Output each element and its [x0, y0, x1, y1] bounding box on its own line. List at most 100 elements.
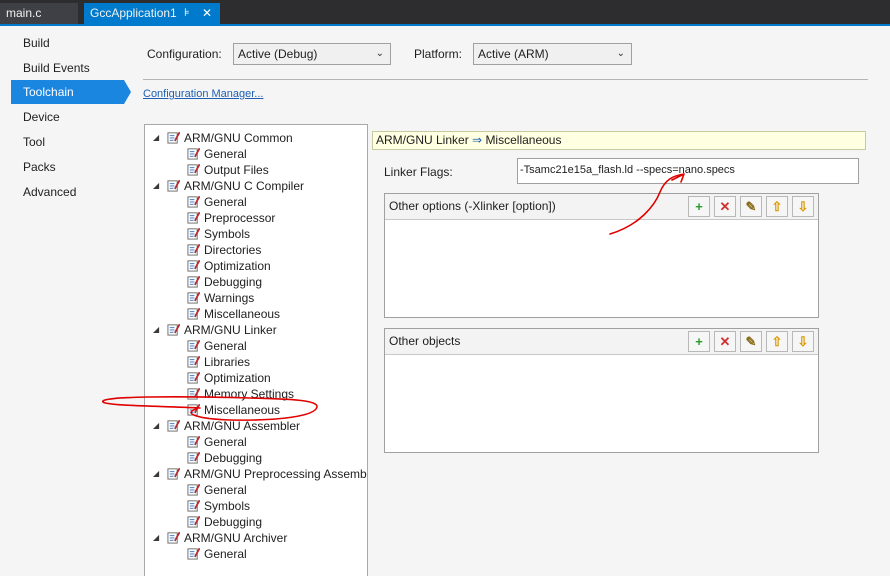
- tree-item-label: Optimization: [204, 371, 271, 385]
- expand-toggle-icon[interactable]: ◢: [153, 530, 159, 546]
- tree-item-label: Miscellaneous: [204, 307, 281, 321]
- edit-icon: ✎: [745, 199, 757, 214]
- configuration-manager-link[interactable]: Configuration Manager...: [143, 88, 263, 100]
- tab-label: main.c: [6, 6, 42, 20]
- move-down-icon: ⇩: [797, 199, 809, 214]
- property-page-icon: [167, 179, 180, 192]
- delete-button[interactable]: ✕: [714, 196, 736, 217]
- property-page-icon: [187, 307, 200, 320]
- tree-item-label: Output Files: [204, 163, 269, 177]
- sidebar-item-packs[interactable]: Packs: [11, 155, 124, 179]
- sidebar-item-build-events[interactable]: Build Events: [11, 56, 124, 80]
- property-page-icon: [187, 147, 200, 160]
- expand-toggle-icon[interactable]: ◢: [153, 418, 159, 434]
- breadcrumb-current: Miscellaneous: [485, 133, 562, 147]
- property-page-icon: [167, 419, 180, 432]
- add-button[interactable]: +: [688, 196, 710, 217]
- property-page-icon: [187, 163, 200, 176]
- property-page-icon: [167, 323, 180, 336]
- other-objects-panel: Other objects + ✕ ✎ ⇧ ⇩: [384, 328, 819, 453]
- expand-toggle-icon[interactable]: ◢: [153, 130, 159, 146]
- platform-label: Platform:: [414, 47, 463, 61]
- property-page-icon: [187, 547, 200, 560]
- edit-button[interactable]: ✎: [740, 331, 762, 352]
- property-page-icon: [187, 499, 200, 512]
- tree-item-label: Memory Settings: [204, 387, 295, 401]
- tree-item-label: Debugging: [204, 451, 263, 465]
- property-page-icon: [187, 243, 200, 256]
- sidebar-item-tool[interactable]: Tool: [11, 130, 124, 154]
- tab-gccapplication1[interactable]: GccApplication1 ⊧ ✕: [84, 3, 220, 24]
- add-button[interactable]: +: [688, 331, 710, 352]
- sidebar-item-device[interactable]: Device: [11, 105, 124, 129]
- sidebar-item-build[interactable]: Build: [11, 31, 124, 55]
- platform-value: Active (ARM): [478, 47, 549, 61]
- configuration-label: Configuration:: [147, 47, 222, 61]
- chevron-down-icon: ⌄: [616, 48, 625, 59]
- property-page-icon: [187, 211, 200, 224]
- panel-title: Other options (-Xlinker [option]): [389, 199, 556, 213]
- property-page-icon: [187, 259, 200, 272]
- tree-item-label: General: [204, 547, 247, 561]
- delete-button[interactable]: ✕: [714, 331, 736, 352]
- arrow-right-icon: ⇒: [472, 133, 483, 147]
- property-page-icon: [167, 467, 180, 480]
- tree-item-label: General: [204, 339, 247, 353]
- property-page-icon: [187, 195, 200, 208]
- expand-toggle-icon[interactable]: ◢: [153, 322, 159, 338]
- move-down-button[interactable]: ⇩: [792, 331, 814, 352]
- linker-flags-input[interactable]: -Tsamc21e15a_flash.ld --specs=nano.specs: [517, 158, 859, 184]
- tab-main-c[interactable]: main.c: [0, 3, 78, 24]
- breadcrumb-parent: ARM/GNU Linker: [376, 133, 469, 147]
- tree-item-label: ARM/GNU C Compiler: [184, 179, 305, 193]
- property-page-icon: [187, 371, 200, 384]
- platform-dropdown[interactable]: Active (ARM) ⌄: [473, 43, 632, 65]
- move-up-button[interactable]: ⇧: [766, 331, 788, 352]
- tree-item-label: General: [204, 435, 247, 449]
- other-options-panel: Other options (-Xlinker [option]) + ✕ ✎ ⇧ ⇩: [384, 193, 819, 318]
- edit-button[interactable]: ✎: [740, 196, 762, 217]
- tree-item-label: General: [204, 195, 247, 209]
- tree-item-label: Optimization: [204, 259, 271, 273]
- document-tab-bar: main.c GccApplication1 ⊧ ✕: [0, 0, 890, 24]
- tree-item-label: General: [204, 147, 247, 161]
- tree-item-label: ARM/GNU Preprocessing Assembler: [184, 467, 368, 481]
- move-up-button[interactable]: ⇧: [766, 196, 788, 217]
- tree-item-label: ARM/GNU Archiver: [184, 531, 288, 545]
- close-icon[interactable]: ✕: [202, 3, 212, 24]
- property-page-icon: [187, 435, 200, 448]
- property-page-icon: [187, 451, 200, 464]
- move-down-button[interactable]: ⇩: [792, 196, 814, 217]
- tree-item-label: ARM/GNU Assembler: [184, 419, 301, 433]
- edit-icon: ✎: [745, 334, 757, 349]
- expand-toggle-icon[interactable]: ◢: [153, 466, 159, 482]
- expand-toggle-icon[interactable]: ◢: [153, 178, 159, 194]
- tree-item-label: Symbols: [204, 227, 251, 241]
- property-page-icon: [167, 131, 180, 144]
- project-properties-sidebar: Build Build Events Toolchain Device Tool…: [0, 26, 136, 576]
- divider: [143, 79, 868, 80]
- configuration-dropdown[interactable]: Active (Debug) ⌄: [233, 43, 391, 65]
- chevron-down-icon: ⌄: [375, 48, 384, 59]
- delete-icon: ✕: [719, 334, 731, 349]
- tree-item-label: ARM/GNU Linker: [184, 323, 277, 337]
- tab-label: GccApplication1: [90, 6, 177, 20]
- tree-item-label: ARM/GNU Common: [184, 131, 293, 145]
- property-page-icon: [187, 515, 200, 528]
- sidebar-item-toolchain[interactable]: Toolchain: [11, 80, 124, 104]
- pin-icon[interactable]: ⊧: [184, 3, 190, 24]
- sidebar-item-advanced[interactable]: Advanced: [11, 180, 124, 204]
- toolchain-tree[interactable]: ◢ ARM/GNU Common General Output Files ◢ ARM/G…: [144, 124, 368, 576]
- tree-item-label: Libraries: [204, 355, 251, 369]
- move-down-icon: ⇩: [797, 334, 809, 349]
- tree-item-label: Symbols: [204, 499, 251, 513]
- tree-item-label: Warnings: [204, 291, 255, 305]
- property-page-icon: [187, 275, 200, 288]
- panel-title: Other objects: [389, 334, 461, 348]
- move-up-icon: ⇧: [771, 199, 783, 214]
- breadcrumb: ARM/GNU Linker ⇒ Miscellaneous: [372, 131, 866, 150]
- move-up-icon: ⇧: [771, 334, 783, 349]
- property-page-icon: [187, 355, 200, 368]
- property-page-icon: [187, 339, 200, 352]
- add-icon: +: [695, 334, 703, 349]
